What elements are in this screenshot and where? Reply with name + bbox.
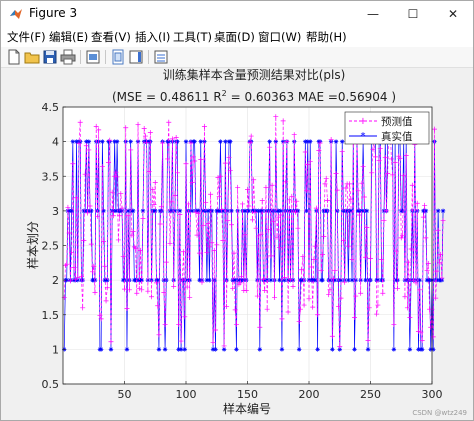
true-point [352, 347, 357, 352]
legend-label-true: 真实值 [381, 130, 413, 143]
true-point [218, 139, 223, 144]
true-point [368, 277, 373, 283]
x-tick-label: 50 [118, 388, 132, 401]
true-point [315, 347, 320, 352]
true-point [234, 347, 239, 352]
true-point [182, 347, 187, 352]
x-axis-label: 样本编号 [223, 401, 271, 416]
print-icon[interactable] [60, 49, 76, 65]
true-point [435, 208, 441, 214]
print-preview-icon[interactable] [85, 49, 101, 65]
link-figure-icon[interactable] [110, 49, 126, 65]
close-button[interactable]: ✕ [433, 1, 473, 27]
true-point [86, 139, 92, 144]
legend-label-predicted: 预测值 [381, 115, 413, 128]
menu-tools[interactable]: 工具(T) [173, 29, 212, 45]
true-point [108, 347, 114, 352]
minimize-button[interactable]: — [353, 1, 393, 27]
true-point [279, 347, 285, 352]
x-tick-label: 100 [176, 388, 197, 401]
true-point [365, 347, 371, 352]
predicted-point [440, 218, 446, 224]
true-point [213, 347, 218, 352]
figure-window: Figure 3 — ☐ ✕ 文件(F) 编辑(E) 查看(V) 插入(I) 工… [0, 0, 474, 421]
menu-insert[interactable]: 插入(I) [135, 29, 170, 45]
true-point [320, 277, 325, 283]
x-tick-label: 300 [422, 388, 443, 401]
true-point [340, 139, 345, 144]
true-point [308, 139, 313, 144]
true-point [124, 347, 130, 352]
y-tick-label: 1 [52, 343, 59, 356]
true-point [407, 347, 413, 352]
predicted-point [435, 227, 441, 233]
open-file-icon[interactable] [24, 49, 40, 65]
menu-desktop[interactable]: 桌面(D) [214, 29, 255, 45]
true-point [364, 208, 370, 214]
menu-file[interactable]: 文件(F) [7, 29, 46, 45]
chart-svg: 训练集样本含量预测结果对比(pls) (MSE = 0.48611 R2 = 0… [25, 67, 446, 416]
menu-window[interactable]: 窗口(W) [258, 29, 301, 45]
true-point [330, 347, 335, 352]
y-tick-label: 2 [52, 274, 59, 287]
true-point [114, 139, 120, 144]
menu-edit[interactable]: 编辑(E) [49, 29, 88, 45]
y-tick-label: 2.5 [42, 240, 60, 253]
true-point [440, 208, 446, 214]
window-title: Figure 3 [29, 6, 78, 20]
toolbar-separator [105, 50, 106, 64]
true-point [183, 139, 189, 144]
true-point [228, 139, 233, 144]
y-tick-label: 3 [52, 205, 59, 218]
predicted-point [433, 295, 439, 301]
x-tick-label: 200 [299, 388, 320, 401]
true-point [162, 347, 168, 352]
true-point [156, 347, 162, 352]
true-point [128, 139, 133, 144]
chart-title: 训练集样本含量预测结果对比(pls) [163, 68, 346, 82]
true-point [98, 347, 104, 352]
y-tick-label: 0.5 [42, 378, 60, 391]
title-bar[interactable]: Figure 3 — ☐ ✕ [1, 1, 473, 27]
true-point [89, 208, 94, 214]
true-point [296, 347, 302, 352]
legend[interactable]: + 预测值 * 真实值 [344, 111, 430, 145]
true-point [333, 139, 339, 144]
y-tick-label: 4 [52, 136, 59, 149]
true-point [207, 277, 212, 283]
save-icon[interactable] [42, 49, 58, 65]
toolbar-separator [80, 50, 81, 64]
true-point [212, 277, 217, 283]
menu-bar: 文件(F) 编辑(E) 查看(V) 插入(I) 工具(T) 桌面(D) 窗口(W… [1, 27, 473, 47]
y-tick-label: 1.5 [42, 309, 60, 322]
new-figure-icon[interactable] [6, 49, 22, 65]
figure-toolbar [1, 47, 473, 68]
figure-canvas: 训练集样本含量预测结果对比(pls) (MSE = 0.48611 R2 = 0… [1, 67, 473, 420]
true-point [257, 347, 262, 352]
y-axis-label: 样本划分 [25, 221, 40, 269]
menu-view[interactable]: 查看(V) [91, 29, 131, 45]
legend-marker-predicted: + [359, 116, 367, 127]
predicted-point [431, 126, 437, 132]
insert-colorbar-icon[interactable] [128, 49, 144, 65]
true-point [267, 139, 272, 144]
chart-subtitle: (MSE = 0.48611 R2 = 0.60363 MAE =0.56904… [112, 89, 396, 104]
x-tick-label: 250 [360, 388, 381, 401]
true-point [391, 347, 397, 352]
watermark-text: CSDN @wtz249 [412, 409, 467, 417]
predicted-point [434, 268, 440, 274]
insert-legend-icon[interactable] [153, 49, 169, 65]
true-point [278, 208, 283, 214]
x-tick-label: 150 [237, 388, 258, 401]
menu-help[interactable]: 帮助(H) [306, 29, 347, 45]
legend-marker-true: * [361, 131, 366, 142]
toolbar-separator [148, 50, 149, 64]
matlab-app-icon [10, 9, 22, 19]
y-tick-label: 3.5 [42, 170, 60, 183]
true-point [100, 139, 105, 144]
true-point [419, 347, 425, 352]
true-point [277, 277, 282, 283]
y-tick-label: 4.5 [42, 101, 60, 114]
maximize-button[interactable]: ☐ [393, 1, 433, 27]
